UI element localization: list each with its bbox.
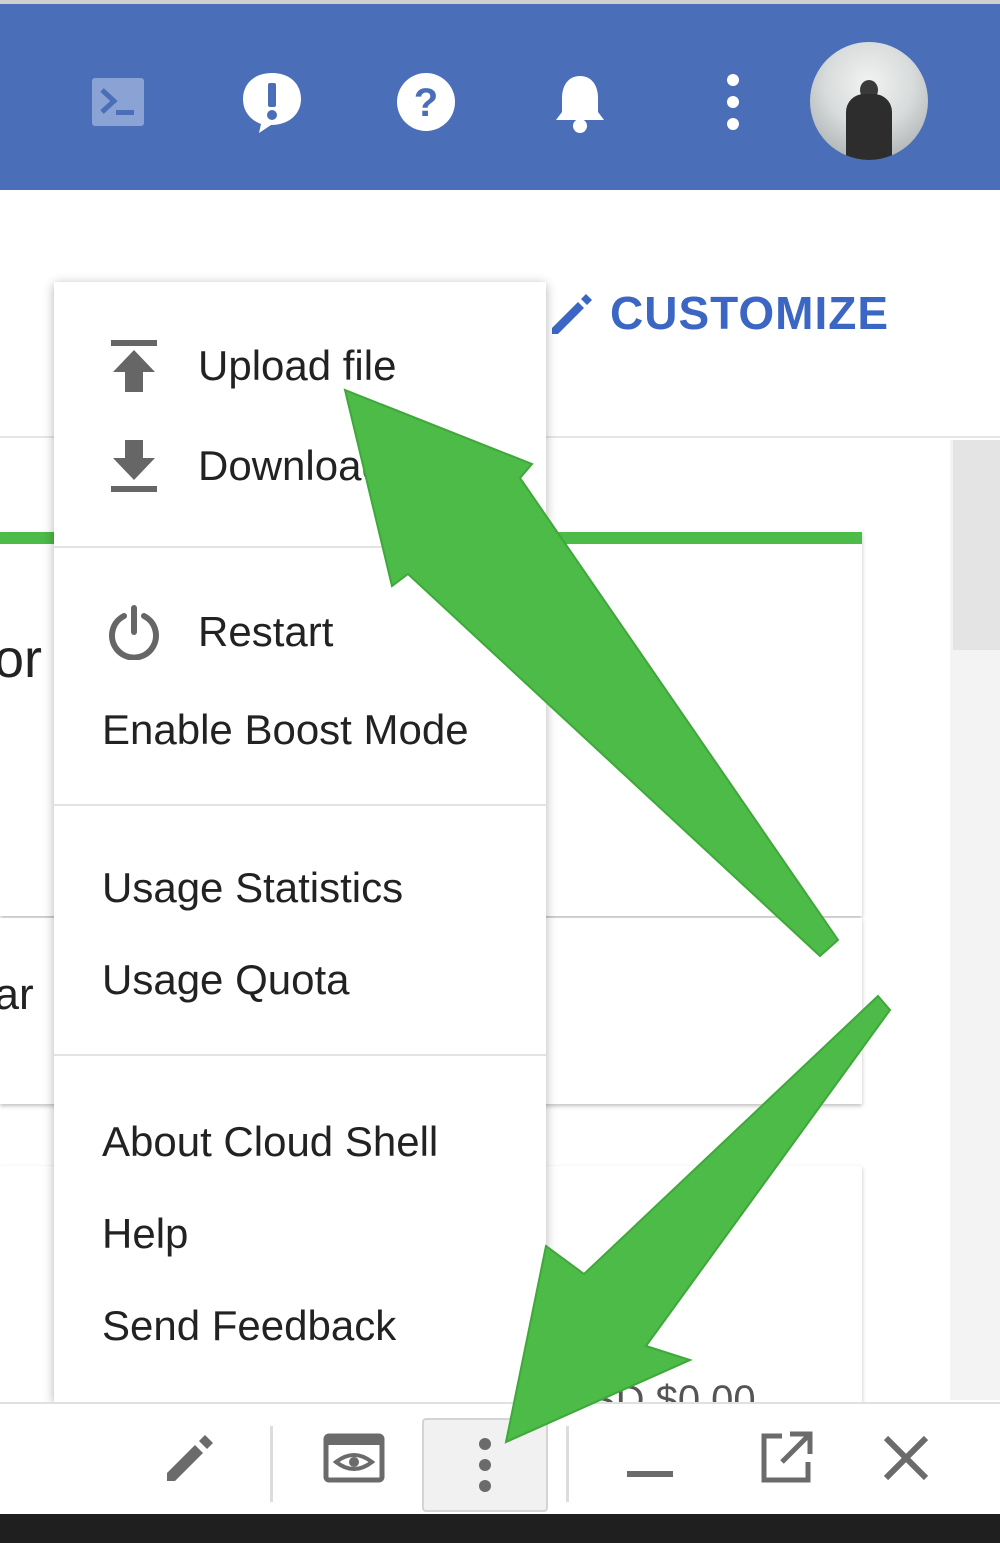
enable-boost-mode-label: Enable Boost Mode: [102, 706, 469, 753]
close-icon[interactable]: [866, 1416, 946, 1500]
menu-item-about-cloud-shell[interactable]: About Cloud Shell: [54, 1102, 546, 1182]
terminal-area: [0, 1514, 1000, 1543]
menu-separator: [54, 804, 546, 806]
card-partial-title: or: [0, 629, 43, 689]
usage-statistics-label: Usage Statistics: [102, 864, 404, 911]
cloud-shell-icon[interactable]: [82, 66, 154, 138]
menu-item-send-feedback[interactable]: Send Feedback: [54, 1286, 546, 1366]
scrollbar-thumb[interactable]: [953, 440, 1000, 650]
svg-text:?: ?: [414, 81, 438, 125]
menu-item-upload-file[interactable]: Upload file: [54, 326, 546, 406]
cloud-shell-more-menu: Upload file Download file Restart Enable…: [54, 282, 546, 1402]
toolbar-separator: [270, 1426, 273, 1502]
menu-item-help[interactable]: Help: [54, 1194, 546, 1274]
help-icon[interactable]: ?: [390, 66, 462, 138]
upload-icon: [106, 338, 162, 394]
menu-separator: [54, 546, 546, 548]
customize-label: CUSTOMIZE: [610, 287, 890, 339]
cloud-shell-toolbar: [0, 1402, 1000, 1514]
menu-separator: [54, 1054, 546, 1056]
open-new-window-icon[interactable]: [746, 1416, 826, 1500]
minimize-icon[interactable]: [610, 1416, 690, 1500]
menu-item-enable-boost-mode[interactable]: Enable Boost Mode: [54, 690, 546, 770]
feedback-icon[interactable]: [236, 66, 308, 138]
download-file-label: Download file: [198, 442, 451, 489]
top-app-bar: ?: [0, 0, 1000, 190]
help-label: Help: [102, 1210, 189, 1257]
toolbar-separator: [566, 1426, 569, 1502]
send-feedback-label: Send Feedback: [102, 1302, 397, 1349]
card-partial-text: oar: [0, 970, 34, 1019]
usage-quota-label: Usage Quota: [102, 956, 350, 1003]
web-preview-icon[interactable]: [314, 1416, 394, 1500]
more-vert-icon[interactable]: [697, 66, 769, 138]
upload-file-label: Upload file: [198, 342, 397, 389]
power-icon: [106, 604, 162, 660]
menu-item-usage-quota[interactable]: Usage Quota: [54, 940, 546, 1020]
about-cloud-shell-label: About Cloud Shell: [102, 1118, 439, 1165]
menu-item-download-file[interactable]: Download file: [54, 426, 546, 506]
customize-button[interactable]: CUSTOMIZE: [546, 286, 889, 340]
download-icon: [106, 438, 162, 494]
restart-label: Restart: [198, 608, 334, 655]
edit-icon[interactable]: [148, 1416, 228, 1500]
notifications-icon[interactable]: [544, 66, 616, 138]
edit-pencil-icon: [552, 294, 592, 334]
menu-item-restart[interactable]: Restart: [54, 592, 546, 672]
avatar[interactable]: [810, 42, 928, 160]
menu-item-usage-statistics[interactable]: Usage Statistics: [54, 848, 546, 928]
more-vert-icon[interactable]: [422, 1418, 548, 1512]
